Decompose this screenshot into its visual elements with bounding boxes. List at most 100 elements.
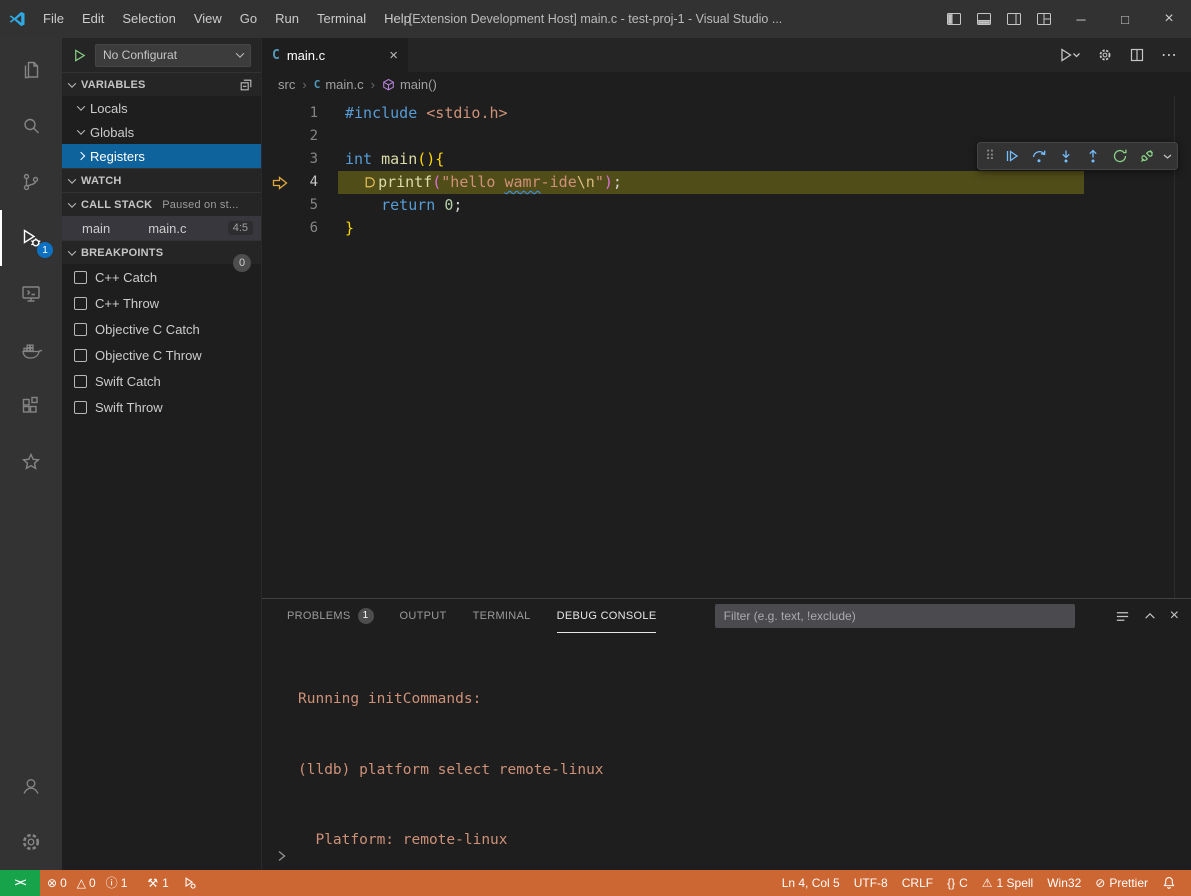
variables-header[interactable]: VARIABLES: [62, 72, 261, 96]
tree-item-locals[interactable]: Locals: [62, 96, 261, 120]
menu-go[interactable]: Go: [231, 0, 266, 38]
code-token: }: [345, 219, 354, 237]
toggle-secondary-sidebar-button[interactable]: [999, 0, 1029, 38]
breakpoint-checkbox[interactable]: [74, 349, 87, 362]
glyph-margin[interactable]: [262, 102, 298, 125]
inline-breakpoint-icon[interactable]: [363, 176, 376, 189]
remote-indicator[interactable]: ><: [0, 870, 40, 896]
breadcrumb-symbol[interactable]: main(): [382, 77, 437, 92]
tab-debug-console[interactable]: DEBUG CONSOLE: [557, 599, 657, 633]
tools-status[interactable]: ⚒ 1: [140, 870, 175, 896]
restart-button[interactable]: [1108, 144, 1132, 168]
glyph-margin[interactable]: [262, 125, 298, 148]
activity-explorer[interactable]: [0, 42, 62, 98]
breadcrumb-file[interactable]: Cmain.c: [314, 77, 364, 92]
close-button[interactable]: ×: [1147, 0, 1191, 38]
breakpoint-checkbox[interactable]: [74, 323, 87, 336]
tree-item-globals[interactable]: Globals: [62, 120, 261, 144]
breakpoint-row[interactable]: C++ Throw: [62, 290, 261, 316]
problems-status[interactable]: ⊗0 △0 ⓘ1: [40, 870, 140, 896]
toggle-panel-button[interactable]: [969, 0, 999, 38]
console-lines-icon[interactable]: [1115, 609, 1130, 624]
tree-item-registers[interactable]: Registers: [62, 144, 261, 168]
breakpoint-row[interactable]: Swift Catch: [62, 368, 261, 394]
more-actions-button[interactable]: ⋯: [1161, 45, 1177, 65]
activity-accounts[interactable]: [0, 758, 62, 814]
glyph-margin[interactable]: [262, 194, 298, 217]
maximize-panel-button[interactable]: [1143, 609, 1157, 623]
breadcrumb-folder[interactable]: src: [278, 77, 295, 92]
toggle-primary-sidebar-button[interactable]: [939, 0, 969, 38]
step-out-button[interactable]: [1081, 144, 1105, 168]
title-bar: File Edit Selection View Go Run Terminal…: [0, 0, 1191, 38]
watch-header[interactable]: WATCH: [62, 168, 261, 192]
breakpoint-row[interactable]: Objective C Throw: [62, 342, 261, 368]
console-filter-input[interactable]: [715, 604, 1075, 628]
debug-config-dropdown[interactable]: No Configurat: [95, 44, 251, 67]
drag-handle-icon[interactable]: ⠿: [983, 149, 997, 164]
breakpoint-checkbox[interactable]: [74, 401, 87, 414]
menu-file[interactable]: File: [34, 0, 73, 38]
call-stack-body: main main.c 4:5 0: [62, 216, 261, 240]
breakpoint-row[interactable]: Objective C Catch: [62, 316, 261, 342]
symbol-method-icon: [382, 78, 395, 91]
tab-output[interactable]: OUTPUT: [400, 599, 447, 633]
warning-icon: △: [77, 877, 86, 889]
disconnect-button[interactable]: [1135, 144, 1159, 168]
tab-main-c[interactable]: C main.c ×: [262, 38, 408, 72]
tab-problems[interactable]: PROBLEMS 1: [287, 599, 374, 633]
menu-run[interactable]: Run: [266, 0, 308, 38]
callstack-frame-row[interactable]: main main.c 4:5: [62, 216, 261, 240]
debug-session-menu-chevron[interactable]: [1163, 152, 1172, 161]
code-text: #include <stdio.h>: [338, 102, 508, 125]
code-token: int: [345, 150, 381, 168]
debug-console-output[interactable]: Running initCommands: (lldb) platform se…: [262, 633, 1191, 896]
menu-selection[interactable]: Selection: [113, 0, 184, 38]
step-into-button[interactable]: [1054, 144, 1078, 168]
activity-docker[interactable]: [0, 322, 62, 378]
tab-label: main.c: [287, 48, 325, 63]
call-stack-header[interactable]: CALL STACK Paused on st...: [62, 192, 261, 216]
customize-layout-button[interactable]: [1029, 0, 1059, 38]
maximize-button[interactable]: □: [1103, 0, 1147, 38]
gear-icon[interactable]: [1097, 47, 1113, 63]
menu-view[interactable]: View: [185, 0, 231, 38]
console-input-chevron-icon[interactable]: [276, 850, 288, 862]
breakpoint-checkbox[interactable]: [74, 297, 87, 310]
split-editor-button[interactable]: [1129, 47, 1145, 63]
code-token: (: [432, 173, 441, 191]
breakpoints-header[interactable]: BREAKPOINTS: [62, 240, 261, 264]
close-panel-button[interactable]: ×: [1170, 607, 1179, 625]
line-number: 2: [298, 125, 338, 148]
minimize-button[interactable]: ─: [1059, 0, 1103, 38]
glyph-margin[interactable]: [262, 148, 298, 171]
activity-remote-explorer[interactable]: [0, 266, 62, 322]
menu-bar: File Edit Selection View Go Run Terminal…: [34, 0, 420, 38]
activity-favorites[interactable]: [0, 434, 62, 490]
run-button[interactable]: [1058, 47, 1081, 63]
activity-bar: 1: [0, 38, 62, 870]
activity-run-and-debug[interactable]: 1: [0, 210, 62, 266]
activity-extensions[interactable]: [0, 378, 62, 434]
breakpoint-checkbox[interactable]: [74, 375, 87, 388]
glyph-margin[interactable]: [262, 171, 298, 194]
source-control-icon: [19, 170, 43, 194]
problems-count-badge: 1: [358, 608, 374, 624]
collapse-all-button[interactable]: [239, 78, 253, 92]
activity-source-control[interactable]: [0, 154, 62, 210]
code-editor[interactable]: ⠿ 1 #include <stdio.h>: [262, 96, 1191, 598]
start-debug-button[interactable]: [72, 48, 87, 63]
debug-status[interactable]: [176, 870, 204, 896]
activity-search[interactable]: [0, 98, 62, 154]
breakpoint-checkbox[interactable]: [74, 271, 87, 284]
activity-settings[interactable]: [0, 814, 62, 870]
continue-button[interactable]: [1000, 144, 1024, 168]
close-tab-icon[interactable]: ×: [389, 47, 398, 64]
step-over-button[interactable]: [1027, 144, 1051, 168]
breakpoint-row[interactable]: Swift Throw: [62, 394, 261, 420]
menu-terminal[interactable]: Terminal: [308, 0, 375, 38]
glyph-margin[interactable]: [262, 217, 298, 240]
tab-terminal[interactable]: TERMINAL: [473, 599, 531, 633]
breakpoint-row[interactable]: C++ Catch: [62, 264, 261, 290]
menu-edit[interactable]: Edit: [73, 0, 113, 38]
